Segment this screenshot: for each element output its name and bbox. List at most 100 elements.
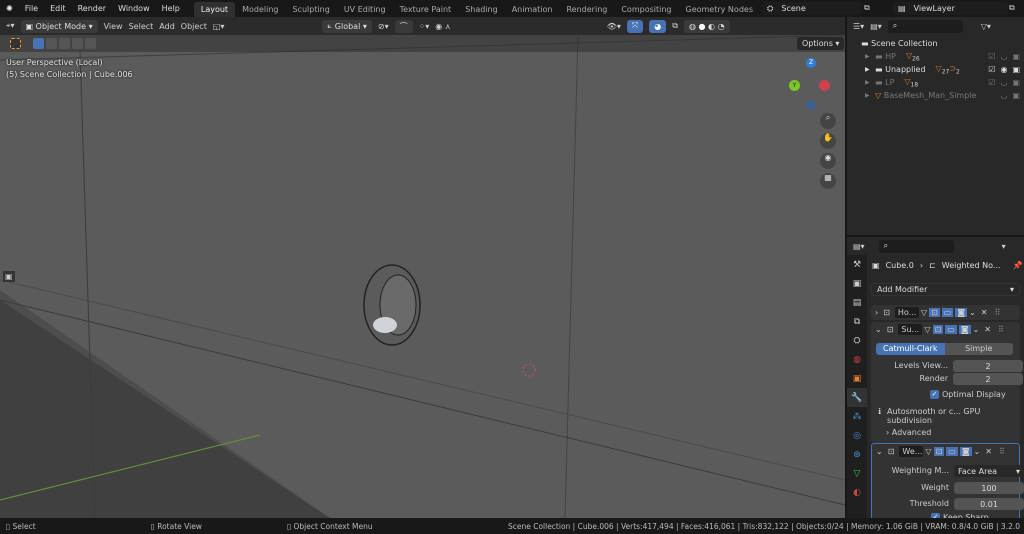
workspace-tab-compositing[interactable]: Compositing <box>614 2 678 17</box>
render-toggle-icon[interactable]: ◙ <box>955 308 968 317</box>
wireframe-shading-icon[interactable]: ◍ <box>689 22 696 31</box>
modifier-panel-1[interactable]: › ⊡ Ho... ▽ ⊡ ▭ ◙ ⌄ ✕ ⠿ <box>871 305 1020 320</box>
perspective-grid-icon[interactable]: ▦ <box>820 173 836 189</box>
physics-icon[interactable]: ◎ <box>847 426 867 445</box>
collapse-icon[interactable]: ⌄ <box>875 325 882 334</box>
xray-icon[interactable]: ⧉ <box>672 21 678 31</box>
cage-toggle-icon[interactable]: ⊡ <box>932 325 944 334</box>
3d-viewport[interactable]: User Perspective (Local) (5) Scene Colle… <box>0 35 845 518</box>
outliner-search-input[interactable]: ⌕ <box>887 19 963 33</box>
viewport-toggle-icon[interactable]: ▭ <box>941 308 954 317</box>
snap-target-icon[interactable]: ⁘▾ <box>419 22 430 31</box>
camera-render-icon[interactable]: ▣ <box>1012 91 1020 100</box>
menu-select[interactable]: Select <box>129 22 154 31</box>
camera-render-icon[interactable]: ▣ <box>1012 78 1020 87</box>
menu-window[interactable]: Window <box>112 4 156 13</box>
modifier-name-field[interactable]: We... <box>899 446 924 457</box>
pin-icon[interactable]: 📌 <box>1013 261 1023 270</box>
simple-tab[interactable]: Simple <box>944 343 1013 355</box>
proportional-edit-icon[interactable]: ◉ ⋏ <box>435 22 450 31</box>
select-intersect-icon[interactable] <box>85 38 96 49</box>
edit-mode-toggle-icon[interactable]: ▽ <box>921 308 927 317</box>
properties-options-icon[interactable]: ▾ <box>1002 242 1006 251</box>
workspace-tab-texture-paint[interactable]: Texture Paint <box>393 2 459 17</box>
new-view-layer-icon[interactable]: ⧉ <box>1009 3 1015 13</box>
menu-help[interactable]: Help <box>156 4 186 13</box>
modifier-wrench-icon[interactable]: 🔧 <box>847 388 867 407</box>
properties-search-input[interactable]: ⌕ <box>878 239 954 253</box>
transform-orientation-dropdown[interactable]: ⟀ Global ▾ <box>322 19 372 33</box>
view-layer-selector[interactable]: ▤ ViewLayer <box>893 2 1008 15</box>
cage-toggle-icon[interactable]: ⊡ <box>933 447 945 456</box>
x-axis-handle[interactable] <box>819 80 830 91</box>
select-tool-icon[interactable] <box>10 38 21 49</box>
zoom-icon[interactable]: ⌕ <box>820 113 836 129</box>
exclude-checkbox[interactable]: ☑ <box>988 78 995 87</box>
data-icon[interactable]: ▽ <box>847 464 867 483</box>
collapse-icon[interactable]: ⌄ <box>876 447 883 456</box>
exclude-checkbox[interactable]: ☑ <box>988 65 995 74</box>
particles-icon[interactable]: ⁂ <box>847 407 867 426</box>
drag-handle-icon[interactable]: ⠿ <box>999 447 1005 456</box>
edit-mode-toggle-icon[interactable]: ▽ <box>924 325 930 334</box>
expand-arrow-icon[interactable]: ▶ <box>865 53 870 60</box>
modifier-header[interactable]: ⌄ ⊡ Su... ▽ ⊡ ▭ ◙ ⌄ ✕ ⠿ <box>871 322 1020 337</box>
menu-object[interactable]: Object <box>181 22 207 31</box>
display-mode-icon[interactable]: ▤▾ <box>870 22 882 31</box>
eye-closed-icon[interactable]: ◡ <box>1000 78 1007 87</box>
menu-add[interactable]: Add <box>159 22 175 31</box>
properties-editor-type-icon[interactable]: ▤▾ <box>853 242 865 251</box>
visibility-icon[interactable]: 👁▾ <box>607 22 621 31</box>
menu-file[interactable]: File <box>19 4 44 13</box>
pivot-icon[interactable]: ⊘▾ <box>378 22 389 31</box>
filter-icon[interactable]: ▽▾ <box>981 22 991 31</box>
modifier-menu-icon[interactable]: ⌄ <box>973 325 980 334</box>
snapping-toggle-icon[interactable]: ⌒ <box>394 19 413 33</box>
expand-arrow-icon[interactable]: ▶ <box>865 79 870 86</box>
advanced-subpanel[interactable]: › Advanced <box>886 428 931 437</box>
levels-viewport-field[interactable]: 2 <box>953 360 1023 372</box>
modifier-name-field[interactable]: Ho... <box>894 307 919 318</box>
z-axis-handle[interactable]: Z <box>806 58 816 68</box>
expand-arrow-icon[interactable]: ▶ <box>865 66 870 73</box>
workspace-tab-shading[interactable]: Shading <box>458 2 505 17</box>
material-shading-icon[interactable]: ◐ <box>708 22 715 31</box>
overlay-toggle-icon[interactable]: ◕ <box>649 19 667 33</box>
snap-icon[interactable]: ◱▾ <box>213 22 225 31</box>
workspace-tab-rendering[interactable]: Rendering <box>559 2 614 17</box>
expand-icon[interactable]: › <box>875 308 878 317</box>
camera-render-icon[interactable]: ▣ <box>1012 65 1020 74</box>
add-modifier-dropdown[interactable]: Add Modifier ▾ <box>871 283 1020 296</box>
options-dropdown[interactable]: Options ▾ <box>797 37 845 50</box>
drag-handle-icon[interactable]: ⠿ <box>998 325 1004 334</box>
drag-handle-icon[interactable]: ⠿ <box>995 308 1001 317</box>
workspace-tab-geometry-nodes[interactable]: Geometry Nodes <box>679 2 760 17</box>
viewport-toggle-icon[interactable]: ▭ <box>945 325 957 334</box>
expand-arrow-icon[interactable]: ▶ <box>865 92 870 99</box>
cage-toggle-icon[interactable]: ⊡ <box>929 308 940 317</box>
catmull-clark-tab[interactable]: Catmull-Clark <box>876 343 945 355</box>
rendered-shading-icon[interactable]: ◔ <box>718 22 725 31</box>
workspace-tab-layout[interactable]: Layout <box>193 2 236 17</box>
new-scene-icon[interactable]: ⧉ <box>864 3 870 13</box>
sidebar-toggle-icon[interactable]: ▣ <box>3 271 15 282</box>
y-axis-handle[interactable]: Y <box>789 80 800 91</box>
select-invert-icon[interactable] <box>72 38 83 49</box>
delete-modifier-icon[interactable]: ✕ <box>985 447 992 456</box>
workspace-tab-sculpting[interactable]: Sculpting <box>285 2 336 17</box>
eye-closed-icon[interactable]: ◡ <box>1000 91 1007 100</box>
delete-modifier-icon[interactable]: ✕ <box>981 308 988 317</box>
optimal-display-checkbox[interactable]: ✓ <box>930 390 939 399</box>
navigation-gizmo[interactable]: Z Y <box>785 55 830 115</box>
weight-field[interactable]: 100 <box>954 482 1024 494</box>
output-icon[interactable]: ▤ <box>847 293 867 312</box>
render-toggle-icon[interactable]: ◙ <box>959 447 972 456</box>
outliner-item[interactable]: ▶ ▽ BaseMesh_Man_Simple ◡ ▣ <box>847 89 1024 102</box>
select-new-icon[interactable] <box>33 38 44 49</box>
scene-collection-row[interactable]: ▬ Scene Collection <box>847 37 1024 50</box>
edit-mode-toggle-icon[interactable]: ▽ <box>925 447 931 456</box>
blender-logo-icon[interactable]: ✺ <box>0 4 19 13</box>
menu-render[interactable]: Render <box>72 4 112 13</box>
tool-icon[interactable]: ⚒ <box>847 255 867 274</box>
eye-icon[interactable]: ◉ <box>1000 65 1007 74</box>
